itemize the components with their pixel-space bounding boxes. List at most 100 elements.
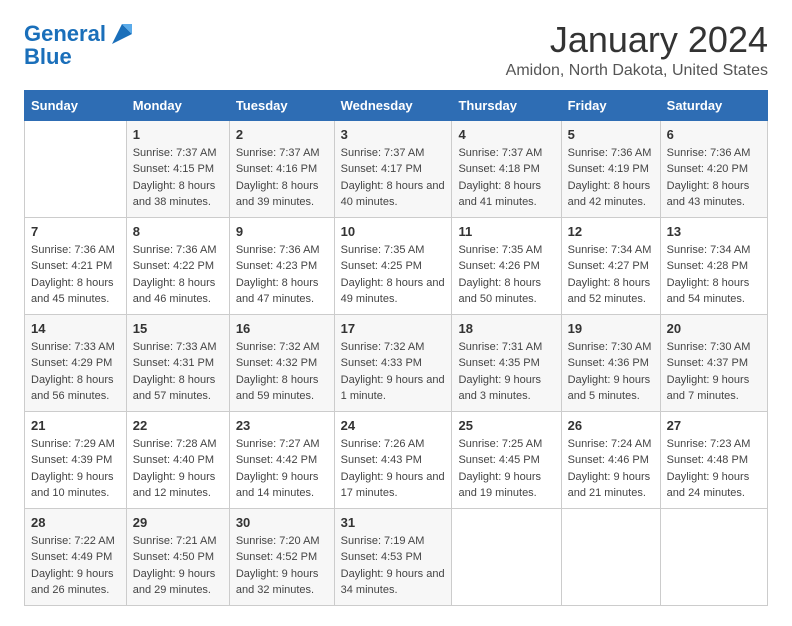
day-detail: Sunrise: 7:30 AMSunset: 4:36 PMDaylight:… bbox=[568, 339, 654, 405]
day-detail: Sunrise: 7:34 AMSunset: 4:28 PMDaylight:… bbox=[667, 242, 761, 308]
calendar-week-row: 1 Sunrise: 7:37 AMSunset: 4:15 PMDayligh… bbox=[25, 120, 768, 217]
day-number: 23 bbox=[236, 418, 328, 433]
table-row: 23 Sunrise: 7:27 AMSunset: 4:42 PMDaylig… bbox=[229, 411, 334, 508]
page-title: January 2024 bbox=[506, 20, 768, 60]
day-number: 5 bbox=[568, 127, 654, 142]
table-row: 3 Sunrise: 7:37 AMSunset: 4:17 PMDayligh… bbox=[334, 120, 452, 217]
col-saturday: Saturday bbox=[660, 90, 767, 120]
day-number: 21 bbox=[31, 418, 120, 433]
table-row: 26 Sunrise: 7:24 AMSunset: 4:46 PMDaylig… bbox=[561, 411, 660, 508]
day-detail: Sunrise: 7:19 AMSunset: 4:53 PMDaylight:… bbox=[341, 533, 446, 599]
day-number: 20 bbox=[667, 321, 761, 336]
day-detail: Sunrise: 7:32 AMSunset: 4:33 PMDaylight:… bbox=[341, 339, 446, 405]
calendar-table: Sunday Monday Tuesday Wednesday Thursday… bbox=[24, 90, 768, 606]
page-subtitle: Amidon, North Dakota, United States bbox=[506, 62, 768, 80]
day-number: 27 bbox=[667, 418, 761, 433]
day-number: 22 bbox=[133, 418, 223, 433]
table-row: 22 Sunrise: 7:28 AMSunset: 4:40 PMDaylig… bbox=[126, 411, 229, 508]
table-row: 11 Sunrise: 7:35 AMSunset: 4:26 PMDaylig… bbox=[452, 217, 561, 314]
day-number: 11 bbox=[458, 224, 554, 239]
logo-icon bbox=[108, 20, 136, 48]
day-number: 8 bbox=[133, 224, 223, 239]
day-detail: Sunrise: 7:35 AMSunset: 4:26 PMDaylight:… bbox=[458, 242, 554, 308]
day-number: 29 bbox=[133, 515, 223, 530]
day-detail: Sunrise: 7:35 AMSunset: 4:25 PMDaylight:… bbox=[341, 242, 446, 308]
day-detail: Sunrise: 7:26 AMSunset: 4:43 PMDaylight:… bbox=[341, 436, 446, 502]
table-row: 13 Sunrise: 7:34 AMSunset: 4:28 PMDaylig… bbox=[660, 217, 767, 314]
table-row: 10 Sunrise: 7:35 AMSunset: 4:25 PMDaylig… bbox=[334, 217, 452, 314]
calendar-week-row: 28 Sunrise: 7:22 AMSunset: 4:49 PMDaylig… bbox=[25, 508, 768, 605]
table-row: 24 Sunrise: 7:26 AMSunset: 4:43 PMDaylig… bbox=[334, 411, 452, 508]
day-number: 2 bbox=[236, 127, 328, 142]
header: General Blue January 2024 Amidon, North … bbox=[24, 20, 768, 80]
day-number: 18 bbox=[458, 321, 554, 336]
day-number: 12 bbox=[568, 224, 654, 239]
day-detail: Sunrise: 7:34 AMSunset: 4:27 PMDaylight:… bbox=[568, 242, 654, 308]
day-detail: Sunrise: 7:25 AMSunset: 4:45 PMDaylight:… bbox=[458, 436, 554, 502]
day-number: 1 bbox=[133, 127, 223, 142]
table-row: 1 Sunrise: 7:37 AMSunset: 4:15 PMDayligh… bbox=[126, 120, 229, 217]
day-detail: Sunrise: 7:21 AMSunset: 4:50 PMDaylight:… bbox=[133, 533, 223, 599]
day-detail: Sunrise: 7:37 AMSunset: 4:15 PMDaylight:… bbox=[133, 145, 223, 211]
table-row: 16 Sunrise: 7:32 AMSunset: 4:32 PMDaylig… bbox=[229, 314, 334, 411]
day-number: 31 bbox=[341, 515, 446, 530]
calendar-week-row: 21 Sunrise: 7:29 AMSunset: 4:39 PMDaylig… bbox=[25, 411, 768, 508]
day-detail: Sunrise: 7:23 AMSunset: 4:48 PMDaylight:… bbox=[667, 436, 761, 502]
table-row: 8 Sunrise: 7:36 AMSunset: 4:22 PMDayligh… bbox=[126, 217, 229, 314]
calendar-week-row: 7 Sunrise: 7:36 AMSunset: 4:21 PMDayligh… bbox=[25, 217, 768, 314]
table-row: 31 Sunrise: 7:19 AMSunset: 4:53 PMDaylig… bbox=[334, 508, 452, 605]
day-detail: Sunrise: 7:33 AMSunset: 4:31 PMDaylight:… bbox=[133, 339, 223, 405]
day-number: 15 bbox=[133, 321, 223, 336]
logo-text: General bbox=[24, 22, 106, 46]
table-row: 15 Sunrise: 7:33 AMSunset: 4:31 PMDaylig… bbox=[126, 314, 229, 411]
day-detail: Sunrise: 7:31 AMSunset: 4:35 PMDaylight:… bbox=[458, 339, 554, 405]
table-row: 21 Sunrise: 7:29 AMSunset: 4:39 PMDaylig… bbox=[25, 411, 127, 508]
table-row: 25 Sunrise: 7:25 AMSunset: 4:45 PMDaylig… bbox=[452, 411, 561, 508]
title-area: January 2024 Amidon, North Dakota, Unite… bbox=[506, 20, 768, 80]
col-wednesday: Wednesday bbox=[334, 90, 452, 120]
table-row: 6 Sunrise: 7:36 AMSunset: 4:20 PMDayligh… bbox=[660, 120, 767, 217]
day-number: 9 bbox=[236, 224, 328, 239]
calendar-week-row: 14 Sunrise: 7:33 AMSunset: 4:29 PMDaylig… bbox=[25, 314, 768, 411]
table-row: 29 Sunrise: 7:21 AMSunset: 4:50 PMDaylig… bbox=[126, 508, 229, 605]
table-row bbox=[25, 120, 127, 217]
logo: General Blue bbox=[24, 20, 136, 70]
day-number: 28 bbox=[31, 515, 120, 530]
day-number: 30 bbox=[236, 515, 328, 530]
day-detail: Sunrise: 7:29 AMSunset: 4:39 PMDaylight:… bbox=[31, 436, 120, 502]
table-row: 28 Sunrise: 7:22 AMSunset: 4:49 PMDaylig… bbox=[25, 508, 127, 605]
day-detail: Sunrise: 7:33 AMSunset: 4:29 PMDaylight:… bbox=[31, 339, 120, 405]
table-row: 2 Sunrise: 7:37 AMSunset: 4:16 PMDayligh… bbox=[229, 120, 334, 217]
day-number: 4 bbox=[458, 127, 554, 142]
day-number: 26 bbox=[568, 418, 654, 433]
day-detail: Sunrise: 7:30 AMSunset: 4:37 PMDaylight:… bbox=[667, 339, 761, 405]
day-number: 24 bbox=[341, 418, 446, 433]
day-detail: Sunrise: 7:37 AMSunset: 4:16 PMDaylight:… bbox=[236, 145, 328, 211]
day-number: 13 bbox=[667, 224, 761, 239]
table-row bbox=[452, 508, 561, 605]
day-detail: Sunrise: 7:36 AMSunset: 4:23 PMDaylight:… bbox=[236, 242, 328, 308]
day-number: 19 bbox=[568, 321, 654, 336]
day-detail: Sunrise: 7:36 AMSunset: 4:20 PMDaylight:… bbox=[667, 145, 761, 211]
day-detail: Sunrise: 7:27 AMSunset: 4:42 PMDaylight:… bbox=[236, 436, 328, 502]
col-tuesday: Tuesday bbox=[229, 90, 334, 120]
day-detail: Sunrise: 7:22 AMSunset: 4:49 PMDaylight:… bbox=[31, 533, 120, 599]
day-detail: Sunrise: 7:37 AMSunset: 4:18 PMDaylight:… bbox=[458, 145, 554, 211]
day-number: 7 bbox=[31, 224, 120, 239]
table-row: 18 Sunrise: 7:31 AMSunset: 4:35 PMDaylig… bbox=[452, 314, 561, 411]
table-row: 14 Sunrise: 7:33 AMSunset: 4:29 PMDaylig… bbox=[25, 314, 127, 411]
col-friday: Friday bbox=[561, 90, 660, 120]
day-detail: Sunrise: 7:36 AMSunset: 4:21 PMDaylight:… bbox=[31, 242, 120, 308]
table-row bbox=[660, 508, 767, 605]
col-thursday: Thursday bbox=[452, 90, 561, 120]
table-row: 4 Sunrise: 7:37 AMSunset: 4:18 PMDayligh… bbox=[452, 120, 561, 217]
table-row: 7 Sunrise: 7:36 AMSunset: 4:21 PMDayligh… bbox=[25, 217, 127, 314]
day-number: 10 bbox=[341, 224, 446, 239]
table-row: 9 Sunrise: 7:36 AMSunset: 4:23 PMDayligh… bbox=[229, 217, 334, 314]
table-row: 20 Sunrise: 7:30 AMSunset: 4:37 PMDaylig… bbox=[660, 314, 767, 411]
col-monday: Monday bbox=[126, 90, 229, 120]
day-detail: Sunrise: 7:28 AMSunset: 4:40 PMDaylight:… bbox=[133, 436, 223, 502]
table-row bbox=[561, 508, 660, 605]
day-number: 25 bbox=[458, 418, 554, 433]
day-number: 3 bbox=[341, 127, 446, 142]
